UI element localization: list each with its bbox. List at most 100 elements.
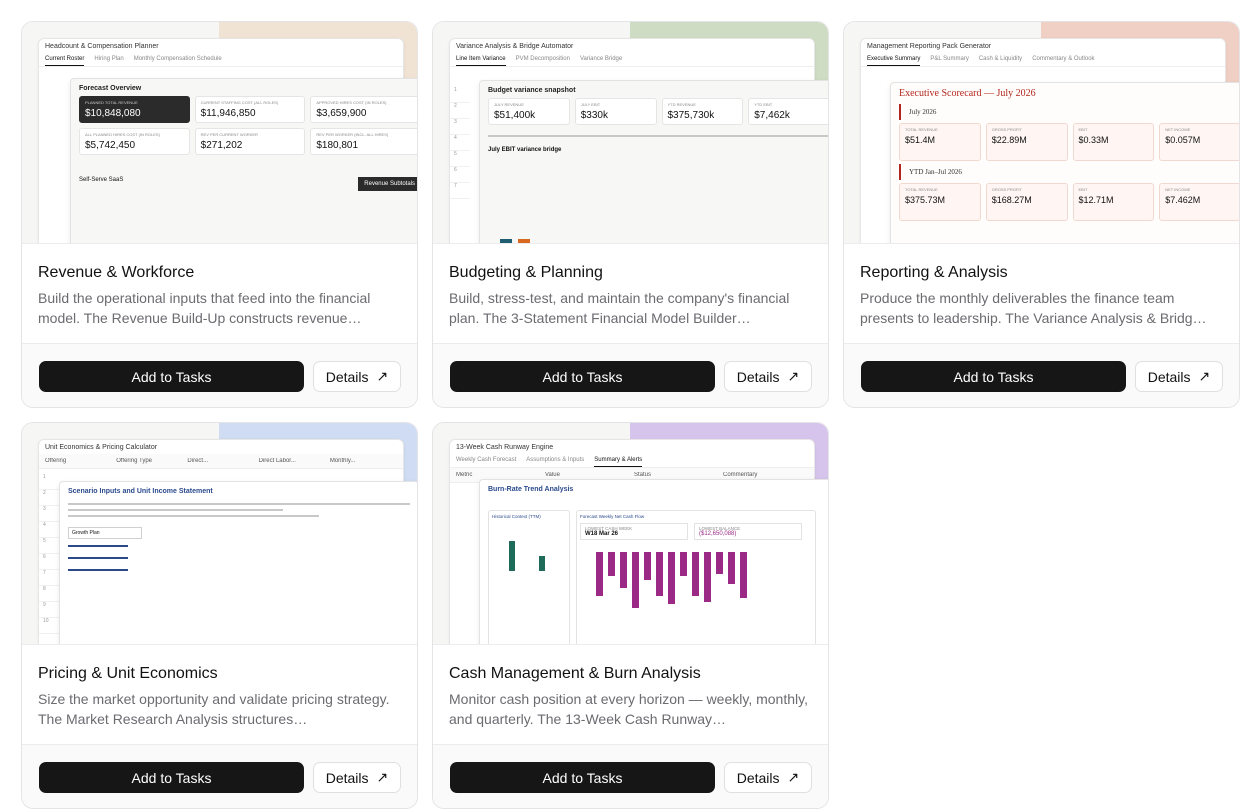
cash-bar [596, 552, 603, 596]
bar [518, 239, 530, 243]
kpi-tile: REV PER CURRENT WORKER $271,202 [194, 128, 306, 155]
details-label: Details [325, 769, 369, 786]
panel-title: Forecast Weekly Net Cash Flow [580, 514, 645, 519]
sheet-tabs: Current Roster Hiring Plan Monthly Compe… [39, 53, 403, 67]
add-to-tasks-button[interactable]: Add to Tasks [450, 361, 715, 392]
divider [68, 515, 319, 517]
cash-bar [728, 552, 735, 584]
overlay-title: Forecast Overview [79, 85, 142, 92]
arrow-up-right-icon: ↗ [376, 368, 389, 384]
card-preview: Unit Economics & Pricing Calculator Offe… [22, 423, 417, 645]
card-body: Revenue & Workforce Build the operationa… [22, 244, 417, 343]
column-header: Status [634, 472, 652, 478]
sheet-tab: Weekly Cash Forecast [456, 457, 517, 463]
cash-bar [692, 552, 699, 596]
section-label: YTD Jan–Jul 2026 [899, 164, 1239, 180]
kpi-tile: CURRENT STAFFING COST (ALL ROLES) $11,946… [194, 96, 306, 123]
sheet-tab: P&L Summary [930, 56, 969, 62]
kpi-tile: EBIT $12.71M [1072, 183, 1155, 221]
preview-overlay: Forecast Overview PLANNED TOTAL REVENUE $… [70, 78, 417, 243]
cash-bar [632, 552, 639, 608]
details-button[interactable]: Details ↗ [313, 762, 401, 793]
slider [68, 569, 128, 571]
bar [509, 541, 515, 571]
cash-bar [608, 552, 615, 576]
arrow-up-right-icon: ↗ [787, 769, 800, 785]
overlay-title: Executive Scorecard — July 2026 [899, 88, 1036, 99]
bar [500, 239, 512, 243]
sheet-tab: Monthly Compensation Schedule [133, 56, 222, 62]
kpi-tile: JULY EBIT $330k [574, 98, 657, 125]
overlay-title: Scenario Inputs and Unit Income Statemen… [68, 488, 213, 495]
add-to-tasks-button[interactable]: Add to Tasks [39, 762, 304, 793]
kpi-tile: APPROVED HIRES COST (IN ROLES) $3,659,900 [310, 96, 417, 123]
workflow-card-revenue-workforce[interactable]: Headcount & Compensation Planner Current… [21, 21, 418, 408]
sheet-tab: Hiring Plan [94, 56, 124, 62]
sheet-title: Unit Economics & Pricing Calculator [45, 444, 158, 451]
sheet-tabs: Executive Summary P&L Summary Cash & Liq… [861, 53, 1225, 67]
arrow-up-right-icon: ↗ [376, 769, 389, 785]
card-actions: Add to Tasks Details ↗ [22, 744, 417, 808]
column-header: Metric [456, 472, 473, 478]
workflow-card-reporting-analysis[interactable]: Management Reporting Pack Generator Exec… [843, 21, 1240, 408]
cash-bar [644, 552, 651, 580]
add-to-tasks-button[interactable]: Add to Tasks [861, 361, 1126, 392]
sheet-tab: Assumptions & Inputs [526, 457, 585, 463]
row-numbers: 1 2 3 4 5 6 7 8 9 10 [39, 474, 59, 634]
kpi-tile: NET INCOME $7.462M [1159, 183, 1239, 221]
slider [68, 545, 128, 547]
subsection-label: Self-Serve SaaS [79, 177, 124, 183]
card-description: Build, stress-test, and maintain the com… [449, 290, 790, 326]
add-to-tasks-button[interactable]: Add to Tasks [450, 762, 715, 793]
card-title: Budgeting & Planning [449, 264, 603, 281]
kpi-tile: NET INCOME $0.057M [1159, 123, 1239, 161]
card-description: Build the operational inputs that feed i… [38, 290, 371, 326]
subtotals-label: Revenue Subtotals [358, 177, 417, 191]
cash-bar [704, 552, 711, 602]
preview-overlay: Burn-Rate Trend Analysis Historical Cont… [479, 479, 828, 644]
kpi-tile: ALL PLANNED HIRES COST (IN ROLES) $5,742,… [79, 128, 190, 155]
sheet-title: Management Reporting Pack Generator [867, 43, 992, 50]
workflow-card-cash-management[interactable]: 13-Week Cash Runway Engine Weekly Cash F… [432, 422, 829, 809]
card-title: Pricing & Unit Economics [38, 665, 218, 682]
details-button[interactable]: Details ↗ [1135, 361, 1223, 392]
column-header: Value [545, 472, 560, 478]
sheet-tab: Summary & Alerts [594, 454, 643, 467]
details-label: Details [736, 368, 780, 385]
column-header: Direct... [187, 458, 209, 464]
kpi-tile: GROSS PROFIT $22.89M [985, 123, 1068, 161]
kpi-tile: YTD REVENUE $375,730k [661, 98, 744, 125]
kpi-tile: TOTAL REVENUE $375.73M [899, 183, 981, 221]
overlay-title: Budget variance snapshot [488, 87, 576, 94]
details-button[interactable]: Details ↗ [724, 361, 812, 392]
card-actions: Add to Tasks Details ↗ [22, 343, 417, 407]
card-body: Reporting & Analysis Produce the monthly… [844, 244, 1239, 343]
card-title: Cash Management & Burn Analysis [449, 665, 701, 682]
sheet-tab: Executive Summary [867, 53, 921, 66]
workflow-card-grid: Headcount & Compensation Planner Current… [21, 21, 1240, 809]
sheet-title: Headcount & Compensation Planner [45, 43, 159, 50]
section-label: July 2026 [899, 104, 1239, 120]
kpi-tile: YTD EBIT $7,462k [748, 98, 828, 125]
bar [539, 556, 545, 571]
chart-title: July EBIT variance bridge [488, 147, 562, 153]
kpi-tile: JULY REVENUE $51,400k [488, 98, 570, 125]
details-button[interactable]: Details ↗ [724, 762, 812, 793]
preview-overlay: Budget variance snapshot JULY REVENUE $51… [479, 80, 828, 243]
workflow-card-budgeting-planning[interactable]: Variance Analysis & Bridge Automator Lin… [432, 21, 829, 408]
arrow-up-right-icon: ↗ [787, 368, 800, 384]
add-to-tasks-button[interactable]: Add to Tasks [39, 361, 304, 392]
kpi-tile: LOWEST CASH WEEK W18 Mar 26 [580, 523, 688, 540]
kpi-tile: LOWEST BALANCE ($12,650,088) [694, 523, 802, 540]
sheet-tab: Variance Bridge [579, 56, 623, 62]
sheet-title: 13-Week Cash Runway Engine [456, 444, 554, 451]
details-label: Details [325, 368, 369, 385]
kpi-grid: PLANNED TOTAL REVENUE $10,848,080 CURRENT… [71, 96, 417, 155]
card-actions: Add to Tasks Details ↗ [844, 343, 1239, 407]
card-description: Size the market opportunity and validate… [38, 691, 390, 727]
card-preview: 13-Week Cash Runway Engine Weekly Cash F… [433, 423, 828, 645]
details-label: Details [1147, 368, 1191, 385]
details-button[interactable]: Details ↗ [313, 361, 401, 392]
workflow-card-pricing-unit-economics[interactable]: Unit Economics & Pricing Calculator Offe… [21, 422, 418, 809]
sheet-tab: Current Roster [45, 53, 85, 66]
